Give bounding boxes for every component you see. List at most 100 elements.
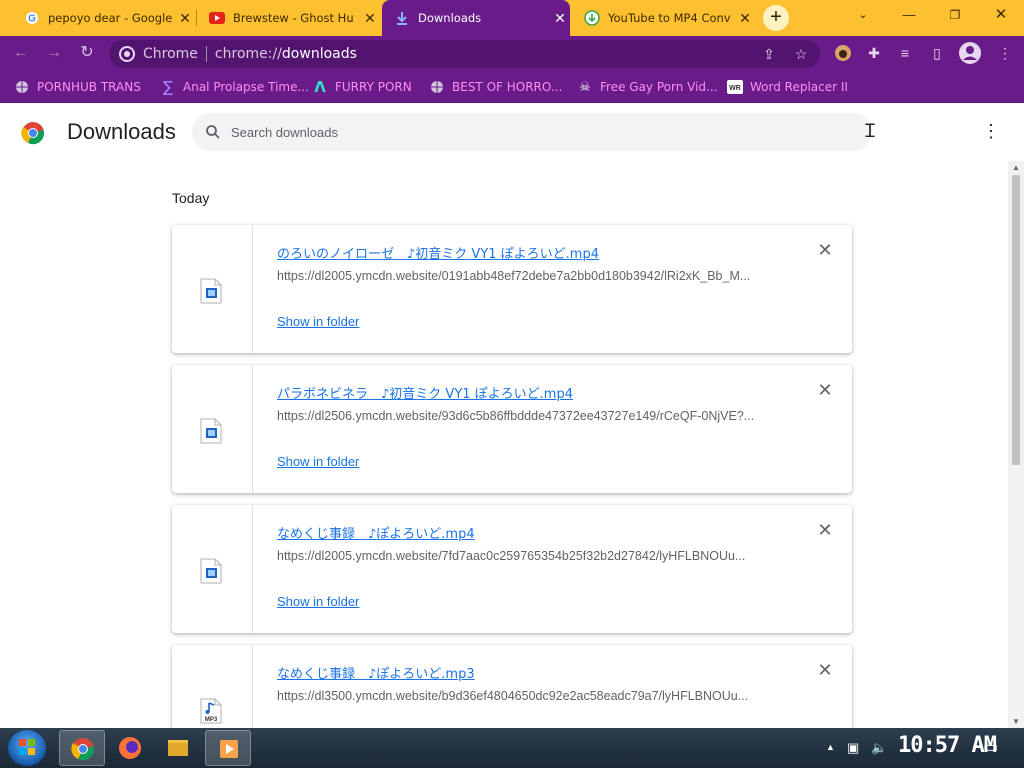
show-in-folder-link[interactable]: Show in folder (277, 594, 359, 609)
start-button[interactable] (8, 730, 46, 766)
download-filename-link[interactable]: なめくじ事録 ♪ぽよろいど.mp4 (277, 523, 475, 542)
close-icon[interactable]: ✕ (735, 10, 755, 27)
bookmark-label: PORNHUB TRANS (37, 80, 141, 94)
chrome-logo-icon (21, 121, 45, 150)
close-window-button[interactable]: ✕ (978, 0, 1024, 30)
forward-icon[interactable]: → (45, 44, 63, 62)
bookmarks-bar: PORNHUB TRANS ∑ Anal Prolapse Time... Λ … (0, 70, 1024, 103)
google-icon: G (24, 10, 40, 26)
download-filename-link[interactable]: のろいのノイローゼ ♪初音ミク VY1 ぽよろいど.mp4 (277, 243, 599, 262)
tab-downloads[interactable]: Downloads ✕ (382, 0, 570, 36)
minimize-button[interactable]: — (886, 0, 932, 30)
menu-kebab-icon[interactable]: ⋮ (997, 45, 1013, 61)
bookmark-item[interactable]: ☠ Free Gay Porn Vid... (577, 78, 717, 96)
bookmark-item[interactable]: ∑ Anal Prolapse Time... (160, 78, 309, 96)
tab-title: pepoyo dear - Google (48, 11, 173, 25)
tab-google[interactable]: G pepoyo dear - Google ✕ (12, 0, 195, 36)
toolbar: ← → ↻ Chrome chrome://downloads ⇪ ☆ ✚ ≡ … (0, 36, 1024, 70)
taskbar-explorer[interactable] (155, 730, 201, 766)
download-filename-link[interactable]: パラボネビネラ ♪初音ミク VY1 ぽよろいど.mp4 (277, 383, 573, 402)
omnibox-url[interactable]: chrome://downloads (215, 46, 357, 62)
tab-title: Downloads (418, 11, 482, 25)
url-scheme: chrome:// (214, 46, 282, 62)
omnibox-chip-label: Chrome (143, 46, 198, 62)
bookmark-label: Anal Prolapse Time... (183, 80, 309, 94)
volume-icon[interactable]: 🔈 (871, 740, 887, 756)
scrollbar[interactable]: ▲ ▼ (1008, 161, 1024, 728)
url-host: downloads (281, 46, 357, 62)
taskbar-media-player[interactable] (205, 730, 251, 766)
bookmark-item[interactable]: Λ FURRY PORN (312, 78, 412, 96)
skull-icon: ☠ (579, 79, 591, 95)
download-item: なめくじ事録 ♪ぽよろいど.mp4 https://dl2005.ymcdn.w… (172, 505, 852, 633)
show-in-folder-link[interactable]: Show in folder (277, 314, 359, 329)
new-tab-button[interactable]: + (763, 5, 789, 31)
sigma-icon: ∑ (162, 78, 174, 96)
taskbar-firefox[interactable] (107, 730, 153, 766)
tab-search-icon[interactable]: ⌄ (840, 0, 886, 30)
bookmark-item[interactable]: WR Word Replacer II (727, 78, 848, 96)
remove-download-icon[interactable]: ✕ (816, 241, 834, 259)
scroll-down-icon[interactable]: ▼ (1012, 717, 1020, 726)
download-source-url: https://dl3500.ymcdn.website/b9d36ef4804… (277, 689, 749, 703)
tab-youtube[interactable]: Brewstew - Ghost Hu ✕ (197, 0, 380, 36)
bookmark-label: Word Replacer II (750, 80, 848, 94)
download-item: のろいのノイローゼ ♪初音ミク VY1 ぽよろいど.mp4 https://dl… (172, 225, 852, 353)
download-source-url: https://dl2506.ymcdn.website/93d6c5b86ff… (277, 409, 755, 423)
download-item: MP3 なめくじ事録 ♪ぽよろいど.mp3 https://dl3500.ymc… (172, 645, 852, 728)
tab-title: Brewstew - Ghost Hu (233, 11, 354, 25)
tab-youtube-mp4[interactable]: YouTube to MP4 Conv ✕ (572, 0, 755, 36)
more-actions-icon[interactable]: ⋮ (982, 121, 1000, 142)
close-icon[interactable]: ✕ (175, 10, 195, 27)
svg-text:G: G (28, 14, 36, 25)
close-icon[interactable]: ✕ (360, 10, 380, 27)
download-source-url: https://dl2005.ymcdn.website/7fd7aac0c25… (277, 549, 746, 563)
profile-icon[interactable] (959, 42, 981, 64)
close-icon[interactable]: ✕ (550, 10, 570, 27)
show-in-folder-link[interactable]: Show in folder (277, 454, 359, 469)
youtube-icon (209, 10, 225, 26)
globe-icon (14, 79, 30, 95)
lambda-icon: Λ (314, 78, 326, 96)
audio-file-icon: MP3 (200, 698, 222, 724)
network-icon[interactable]: ▣ (847, 740, 859, 756)
notification-icon[interactable]: ▭ (983, 737, 998, 757)
bookmark-label: Free Gay Porn Vid... (600, 80, 718, 94)
tray-overflow-icon[interactable]: ▲ (826, 742, 835, 752)
remove-download-icon[interactable]: ✕ (816, 521, 834, 539)
bookmark-star-icon[interactable]: ☆ (793, 46, 809, 62)
download-icon (394, 10, 410, 26)
download-filename-link[interactable]: なめくじ事録 ♪ぽよろいど.mp3 (277, 663, 475, 682)
share-icon[interactable]: ⇪ (761, 46, 777, 62)
remove-download-icon[interactable]: ✕ (816, 661, 834, 679)
bookmark-item[interactable]: PORNHUB TRANS (14, 78, 141, 96)
remove-download-icon[interactable]: ✕ (816, 381, 834, 399)
reading-list-icon[interactable]: ≡ (897, 45, 913, 61)
chrome-site-icon (119, 46, 135, 62)
search-input[interactable] (231, 124, 831, 140)
back-icon[interactable]: ← (12, 44, 30, 62)
scroll-thumb[interactable] (1012, 175, 1020, 465)
video-file-icon (200, 558, 222, 584)
globe-icon (429, 79, 445, 95)
taskbar: ▲ ▣ 🔈 10:57 AM ▭ (0, 728, 1024, 768)
search-box[interactable] (192, 113, 872, 151)
downloads-page: Downloads Ｉ ⋮ Today のろいのノイローゼ ♪初音ミク VY1 … (0, 103, 1024, 728)
download-item: パラボネビネラ ♪初音ミク VY1 ぽよろいど.mp4 https://dl25… (172, 365, 852, 493)
svg-text:WR: WR (729, 85, 741, 92)
page-title: Downloads (67, 119, 176, 144)
restore-button[interactable]: ❐ (932, 0, 978, 30)
system-clock[interactable]: 10:57 AM (898, 733, 997, 758)
omnibox-divider (205, 46, 207, 62)
scroll-up-icon[interactable]: ▲ (1012, 163, 1020, 172)
address-bar[interactable]: Chrome chrome://downloads ⇪ ☆ (109, 40, 820, 68)
search-icon (205, 124, 221, 140)
reload-icon[interactable]: ↻ (78, 44, 96, 62)
taskbar-chrome[interactable] (59, 730, 105, 766)
date-section-heading: Today (172, 190, 210, 206)
extension-avatar-icon[interactable] (835, 45, 851, 61)
extensions-puzzle-icon[interactable]: ✚ (866, 45, 882, 61)
side-panel-icon[interactable]: ▯ (929, 45, 945, 61)
bookmark-label: FURRY PORN (335, 80, 412, 94)
bookmark-item[interactable]: BEST OF HORRO... (429, 78, 562, 96)
